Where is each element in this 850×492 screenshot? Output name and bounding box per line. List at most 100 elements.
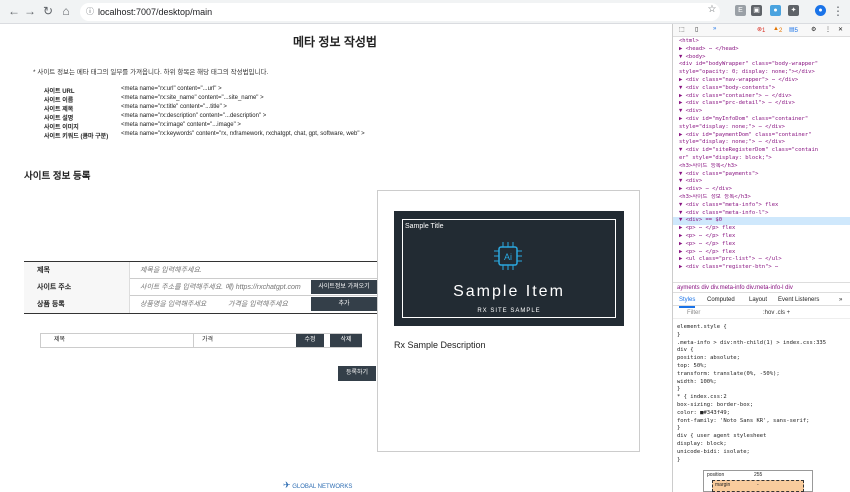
dom-node[interactable]: ▼ <div class="payments"> <box>673 171 850 179</box>
message-count[interactable]: ▤ 5 <box>789 26 798 34</box>
forward-icon[interactable]: → <box>22 4 38 18</box>
css-line: div { <box>677 347 694 354</box>
dom-node[interactable]: er" style="display: block;"> <box>673 155 850 163</box>
dom-node[interactable]: ▼ <div> <box>673 178 850 186</box>
extensions-puzzle-icon[interactable]: ✦ <box>788 5 799 16</box>
back-icon[interactable]: ← <box>6 4 22 18</box>
dom-breadcrumbs[interactable]: ayments div div.meta-info div.meta-info-… <box>673 282 850 293</box>
url-label: 사이트 주소 <box>24 279 130 296</box>
dom-node[interactable]: ▶ <div class="nav-wrapper"> ⋯ </div> <box>673 77 850 85</box>
home-icon[interactable]: ⌂ <box>58 4 74 18</box>
url-row: 사이트 주소 사이트정보 가져오기 <box>24 279 377 296</box>
site-register-form: 제목 사이트 주소 사이트정보 가져오기 상품 등록 추가 <box>24 261 377 314</box>
css-line: top: 50%; <box>677 363 707 369</box>
dom-node[interactable]: style="opacity: 0; display: none;"></div… <box>673 69 850 77</box>
reload-icon[interactable]: ↻ <box>40 4 56 18</box>
close-icon[interactable]: ✕ <box>838 26 843 33</box>
product-name-cell: 제목 <box>54 337 66 343</box>
dom-node[interactable]: ▶ <ul class="prc-list"> ⋯ </ul> <box>673 256 850 264</box>
dom-node[interactable]: ▶ <div class="prc-detail"> ⋯ </div> <box>673 100 850 108</box>
dom-node[interactable]: ▶ <div class="container"> ⋯ </div> <box>673 93 850 101</box>
sample-item-text: Sample Item <box>453 283 565 300</box>
filter-tools[interactable]: :hov .cls + <box>763 308 790 319</box>
dom-node[interactable]: <html> <box>673 38 850 46</box>
product-name-input[interactable] <box>140 296 226 313</box>
css-line: color: ■#343f49; <box>677 409 730 416</box>
box-model: position 255 margin - <box>703 470 813 492</box>
css-line: } <box>677 331 681 338</box>
dom-node[interactable]: ▶ <head> ⋯ </head> <box>673 46 850 54</box>
extension-icon[interactable]: ▣ <box>751 5 762 16</box>
dom-node[interactable]: style="display: none;"> ⋯ </div> <box>673 139 850 147</box>
dom-node[interactable]: <h3>사이트 등록</h3> <box>673 163 850 171</box>
dom-node[interactable]: ▶ <div id="myInfoDom" class="container" <box>673 116 850 124</box>
bookmark-star-icon[interactable]: ☆ <box>704 4 720 15</box>
url-input[interactable] <box>140 279 308 296</box>
meta-key: 사이트 이미지 <box>44 125 79 131</box>
dom-node[interactable]: ▼ <div id="siteRegisterDom" class="conta… <box>673 147 850 155</box>
meta-key: 사이트 URL <box>44 89 75 95</box>
dom-node[interactable]: ▶ <p> ⋯ </p> flex <box>673 233 850 241</box>
dom-node[interactable]: ▼ <div class="body-contents"> <box>673 85 850 93</box>
devtools-menu-icon[interactable]: ⋮ <box>825 26 831 33</box>
styles-filter[interactable]: Filter :hov .cls + <box>673 308 850 319</box>
price-input[interactable] <box>228 296 308 313</box>
error-count[interactable]: ⊗ 1 <box>757 26 765 34</box>
extension-icon[interactable]: E <box>735 5 746 16</box>
submit-button[interactable]: 등록하기 <box>338 366 376 381</box>
footer-logo: ✈ GLOBAL NETWORKS <box>283 480 352 491</box>
dom-node[interactable]: <h3>사이트 정보 등록</h3> <box>673 194 850 202</box>
dom-node[interactable]: ▼ <div class="meta-info-l"> <box>673 210 850 218</box>
dom-node[interactable]: ▶ <div class="register-btn"> ⋯ <box>673 264 850 272</box>
more-tabs-icon[interactable]: » <box>713 26 716 32</box>
dom-node[interactable]: ▶ <p> ⋯ </p> flex <box>673 225 850 233</box>
fetch-site-info-button[interactable]: 사이트정보 가져오기 <box>311 280 377 294</box>
browser-menu-icon[interactable]: ⋮ <box>830 4 846 18</box>
preview-image: Sample Title Ai Sample Item RX SITE SAMP… <box>394 211 624 326</box>
tab-styles[interactable]: Styles <box>679 294 696 308</box>
tab-layout[interactable]: Layout <box>749 294 767 306</box>
tab-computed[interactable]: Computed <box>707 294 735 306</box>
dom-node[interactable]: ▼ <div> == $0 <box>673 217 850 226</box>
warning-count[interactable]: ▲ 2 <box>773 26 782 34</box>
dom-node[interactable]: ▶ <div> ⋯ </div> <box>673 186 850 194</box>
meta-value: <meta name="rx:site_name" content="...si… <box>121 95 264 101</box>
styles-tabs: Styles Computed Layout Event Listeners » <box>673 294 850 308</box>
add-product-button[interactable]: 추가 <box>311 297 377 311</box>
dom-node[interactable]: style="display: none;"> ⋯ </div> <box>673 124 850 132</box>
dom-node[interactable]: ▶ <p> ⋯ </p> flex <box>673 241 850 249</box>
inspect-icon[interactable]: ⬚ <box>679 26 685 33</box>
css-line: } <box>677 425 681 432</box>
dom-node[interactable]: ▶ <div id="paymentDom" class="container" <box>673 132 850 140</box>
device-toggle-icon[interactable]: ▯ <box>695 26 698 33</box>
meta-value: <meta name="rx:url" content="...url" > <box>121 86 222 92</box>
dom-node[interactable]: ▼ <body> <box>673 54 850 62</box>
profile-avatar[interactable]: ● <box>815 5 826 16</box>
css-line: unicode-bidi: isolate; <box>677 448 750 455</box>
product-price-cell: 가격 <box>202 337 214 343</box>
settings-gear-icon[interactable]: ⚙ <box>811 26 816 33</box>
preview-description: Rx Sample Description <box>394 340 486 350</box>
dom-node[interactable]: <div id="bodyWrapper" class="body-wrappe… <box>673 61 850 69</box>
delete-button[interactable]: 삭제 <box>330 334 362 347</box>
title-input[interactable] <box>140 262 370 279</box>
meta-value: <meta name="rx:description" content="...… <box>121 113 267 119</box>
tab-more[interactable]: » <box>839 294 842 306</box>
dom-tree: <html> ▶ <head> ⋯ </head> ▼ <body> <div id… <box>673 38 850 294</box>
tab-event-listeners[interactable]: Event Listeners <box>778 294 819 306</box>
box-position-value: 255 <box>754 472 763 478</box>
css-line: position: absolute; <box>677 355 740 362</box>
box-position-label: position <box>707 472 725 478</box>
css-line: } <box>677 386 681 393</box>
sample-subtitle: RX SITE SAMPLE <box>469 306 549 317</box>
meta-key: 사이트 키워드 (콤마 구분) <box>44 134 109 140</box>
meta-key: 사이트 제목 <box>44 107 74 113</box>
address-bar[interactable]: ⓘ localhost:7007/desktop/main <box>80 3 720 21</box>
edit-button[interactable]: 수정 <box>296 334 324 347</box>
extension-icon[interactable]: ● <box>770 5 781 16</box>
dom-node[interactable]: ▶ <p> ⋯ </p> flex <box>673 249 850 257</box>
css-line: width: 100%; <box>677 378 717 385</box>
info-icon[interactable]: ⓘ <box>86 3 94 21</box>
dom-node[interactable]: ▼ <div class="meta-info"> flex <box>673 202 850 210</box>
dom-node[interactable]: ▼ <div> <box>673 108 850 116</box>
